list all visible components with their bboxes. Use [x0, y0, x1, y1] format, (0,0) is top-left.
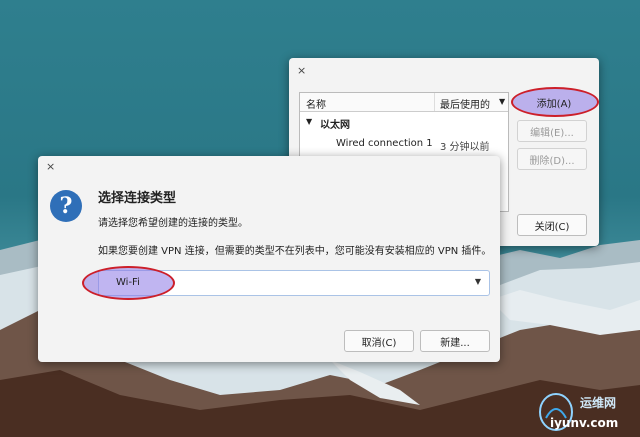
close-icon[interactable]: × — [46, 160, 55, 173]
create-button[interactable]: 新建... — [420, 330, 490, 352]
dialog-subtitle: 请选择您希望创建的连接的类型。 — [98, 218, 248, 229]
watermark-text: 运维网 — [580, 396, 617, 410]
column-header-last-used[interactable]: 最后使用的 — [440, 96, 490, 111]
sort-arrow-icon: ▼ — [499, 97, 506, 106]
dialog-description: 如果您要创建 VPN 连接，但需要的类型不在列表中，您可能没有安装相应的 VPN… — [98, 246, 492, 257]
watermark-domain: iyunv.com — [550, 416, 619, 430]
close-button[interactable]: 关闭(C) — [517, 214, 587, 236]
delete-button[interactable]: 删除(D)... — [517, 148, 587, 170]
close-icon[interactable]: × — [297, 64, 306, 77]
connection-last-used: 3 分钟以前 — [440, 142, 490, 153]
choose-connection-type-dialog: × ? 选择连接类型 请选择您希望创建的连接的类型。 如果您要创建 VPN 连接… — [38, 156, 500, 362]
column-header-name[interactable]: 名称 — [306, 96, 326, 111]
question-icon: ? — [50, 190, 82, 222]
column-divider — [434, 93, 435, 111]
dropdown-arrow-icon: ▼ — [474, 277, 481, 286]
edit-button[interactable]: 编辑(E)... — [517, 120, 587, 142]
question-glyph: ? — [59, 193, 73, 219]
cancel-button[interactable]: 取消(C) — [344, 330, 414, 352]
watermark: 运维网 iyunv.com — [536, 390, 636, 435]
connection-row[interactable]: Wired connection 1 3 分钟以前 — [300, 137, 508, 155]
table-header: 名称 最后使用的 ▼ — [300, 93, 508, 112]
connection-name: Wired connection 1 — [336, 138, 433, 149]
connection-type-value: Wi-Fi — [116, 277, 140, 288]
dialog-title: 选择连接类型 — [98, 191, 177, 206]
expander-icon[interactable]: ▼ — [306, 117, 312, 126]
group-row-ethernet[interactable]: ▼ 以太网 — [300, 115, 508, 133]
group-label: 以太网 — [320, 120, 350, 131]
add-button[interactable]: 添加(A) — [518, 91, 590, 113]
